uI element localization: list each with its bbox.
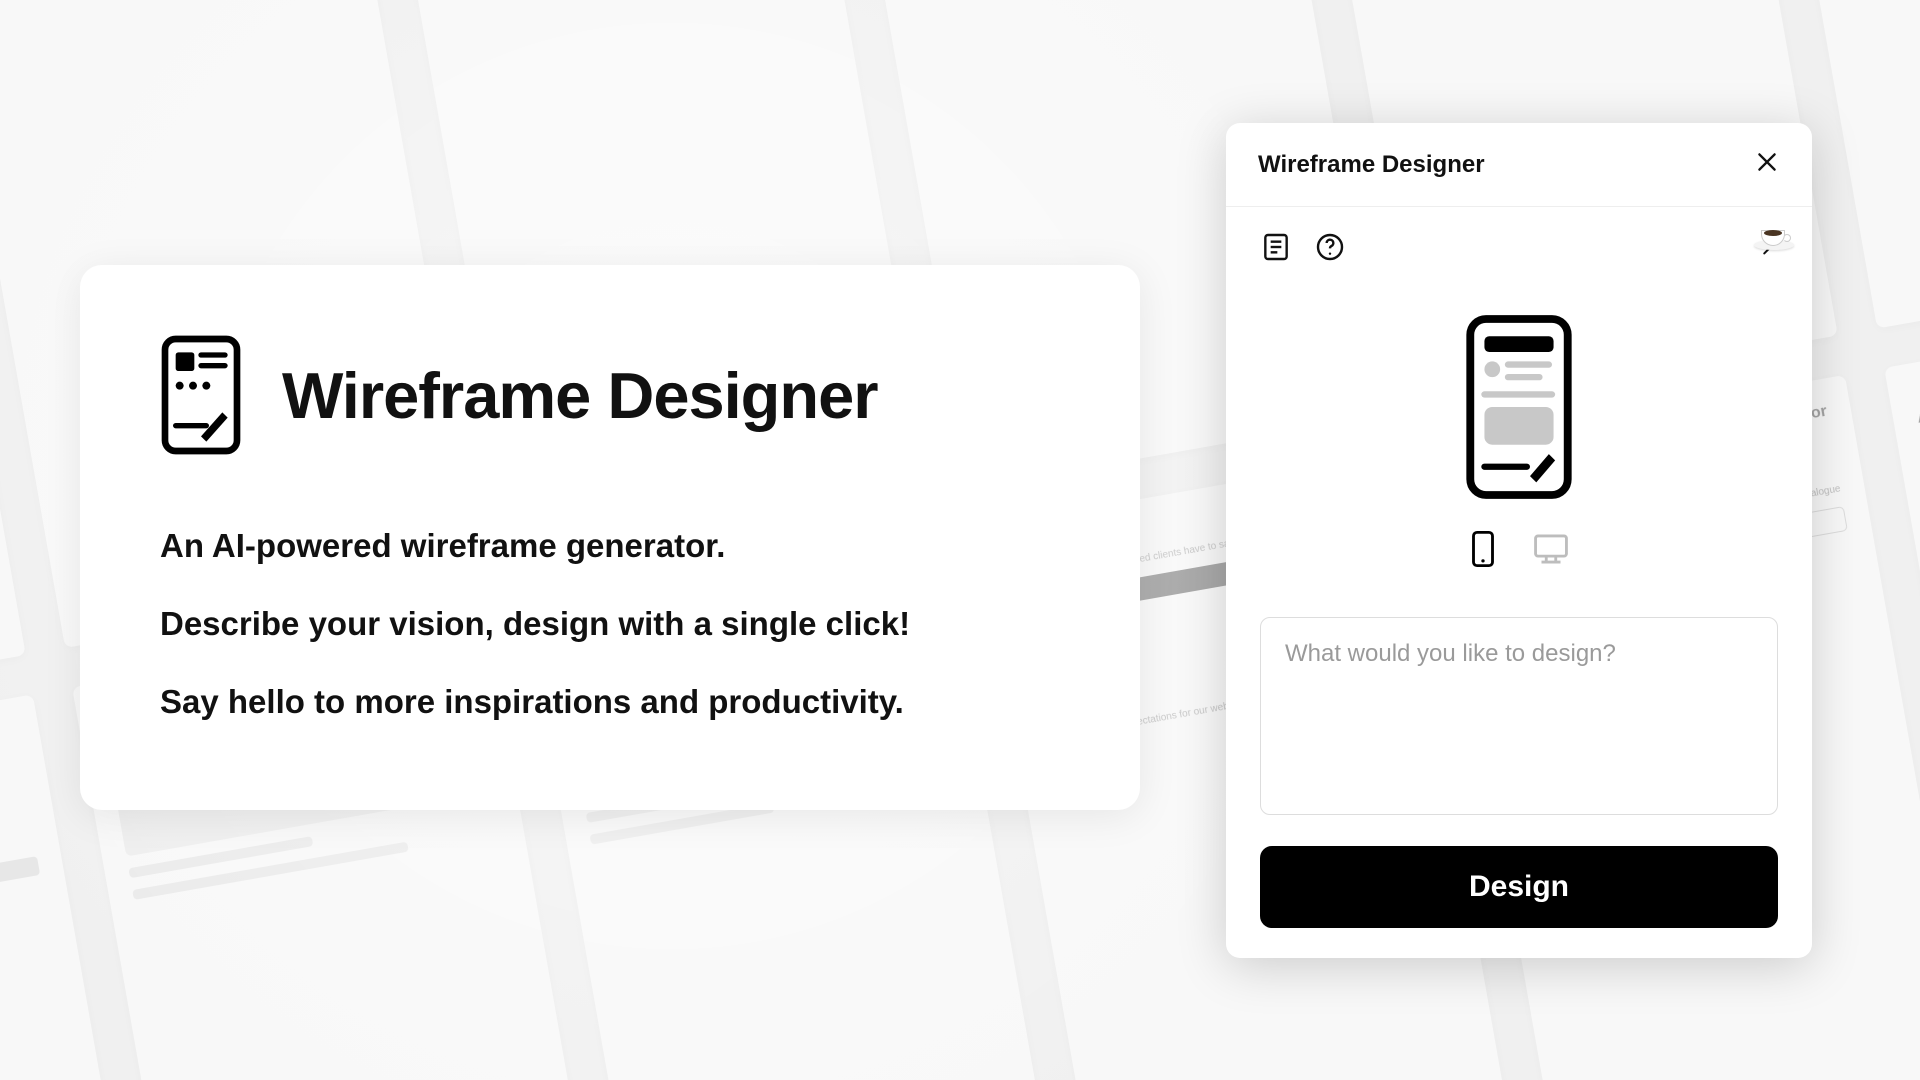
design-button[interactable]: Design [1260, 846, 1778, 928]
mobile-device-icon[interactable] [1468, 530, 1498, 573]
promo-line-3: Say hello to more inspirations and produ… [160, 683, 1060, 721]
app-logo-icon [160, 335, 242, 455]
desktop-device-icon[interactable] [1532, 532, 1570, 571]
promo-line-1: An AI-powered wireframe generator. [160, 527, 1060, 565]
wireframe-hero-icon [1464, 312, 1574, 502]
promo-line-2: Describe your vision, design with a sing… [160, 605, 1060, 643]
close-icon[interactable] [1754, 149, 1780, 180]
design-prompt-input[interactable] [1260, 617, 1778, 815]
help-icon[interactable] [1314, 231, 1346, 268]
promo-panel: Wireframe Designer An AI-powered wirefra… [80, 265, 1140, 810]
promo-title: Wireframe Designer [282, 358, 878, 433]
app-title: Wireframe Designer [1258, 151, 1485, 179]
app-panel: Wireframe Designer [1226, 123, 1812, 958]
document-icon[interactable] [1260, 231, 1292, 268]
